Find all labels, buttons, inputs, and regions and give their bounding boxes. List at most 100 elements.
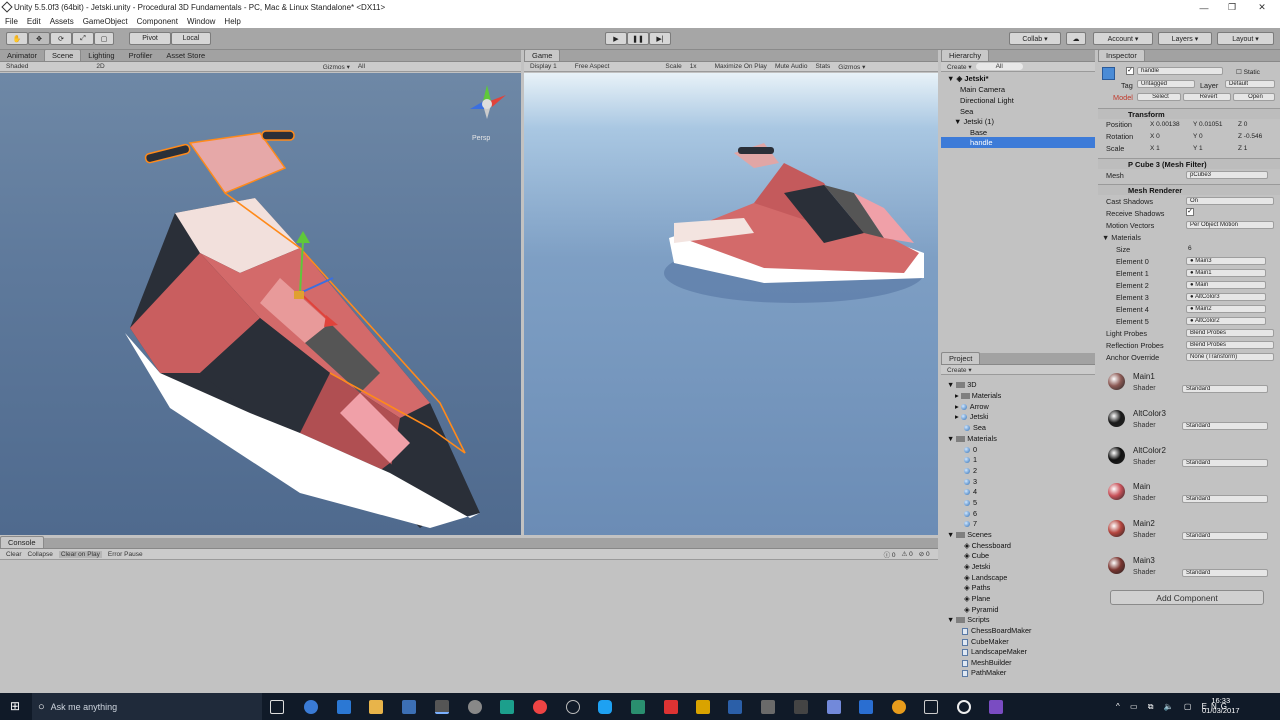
reflection-probes-dropdown[interactable]: Blend Probes bbox=[1186, 341, 1274, 349]
app-icon-3[interactable] bbox=[566, 700, 580, 714]
project-script-meshbuilder[interactable]: MeshBuilder bbox=[962, 658, 1012, 667]
scene-gizmos-dropdown[interactable]: Gizmos ▾ bbox=[323, 63, 350, 71]
rotate-tool-icon[interactable]: ⟳ bbox=[50, 32, 72, 45]
tab-profiler[interactable]: Profiler bbox=[122, 50, 160, 61]
browser-icon[interactable] bbox=[304, 700, 318, 714]
model-open-button[interactable]: Open bbox=[1233, 93, 1275, 101]
tab-scene[interactable]: Scene bbox=[44, 49, 82, 61]
move-tool-icon[interactable]: ✥ bbox=[28, 32, 50, 45]
skype-icon[interactable] bbox=[598, 700, 612, 714]
visual-studio-icon[interactable] bbox=[989, 700, 1003, 714]
materials-size-value[interactable]: 6 bbox=[1188, 245, 1192, 252]
material-shader-dropdown-main2[interactable]: Standard bbox=[1182, 532, 1268, 540]
element-2-field[interactable]: ● Main bbox=[1186, 281, 1266, 289]
shaded-dropdown[interactable]: Shaded bbox=[6, 63, 28, 70]
project-scene-cube[interactable]: ◈ Cube bbox=[964, 551, 989, 560]
position-z[interactable]: Z 0 bbox=[1238, 121, 1247, 128]
project-material-0[interactable]: 0 bbox=[964, 445, 977, 454]
console-clear-on-play-button[interactable]: Clear on Play bbox=[58, 550, 102, 558]
chrome-icon[interactable] bbox=[533, 700, 547, 714]
app-icon-7[interactable] bbox=[761, 700, 775, 714]
scale-x[interactable]: X 1 bbox=[1150, 145, 1160, 152]
app-icon-1[interactable] bbox=[468, 700, 482, 714]
project-material-1[interactable]: 1 bbox=[964, 455, 977, 464]
display-dropdown[interactable]: Display 1 bbox=[530, 63, 557, 70]
project-folder-scripts[interactable]: ▼ Scripts bbox=[947, 615, 990, 624]
project-scene-chessboard[interactable]: ◈ Chessboard bbox=[964, 541, 1011, 550]
motion-vectors-dropdown[interactable]: Per Object Motion bbox=[1186, 221, 1274, 229]
aspect-dropdown[interactable]: Free Aspect bbox=[575, 63, 610, 70]
hierarchy-scene-root[interactable]: ▼ ◈ Jetski* bbox=[947, 74, 989, 83]
menu-gameobject[interactable]: GameObject bbox=[83, 17, 128, 26]
material-shader-dropdown-main1[interactable]: Standard bbox=[1182, 385, 1268, 393]
pivot-button[interactable]: Pivot bbox=[129, 32, 171, 45]
scale-y[interactable]: Y 1 bbox=[1193, 145, 1203, 152]
minimize-icon[interactable]: — bbox=[1190, 0, 1218, 15]
calculator-icon[interactable] bbox=[924, 700, 938, 714]
menu-assets[interactable]: Assets bbox=[50, 17, 74, 26]
edge-icon[interactable] bbox=[337, 700, 351, 714]
tag-dropdown[interactable]: Untagged bbox=[1137, 80, 1195, 88]
tab-hierarchy[interactable]: Hierarchy bbox=[941, 49, 990, 61]
mesh-renderer-header[interactable]: Mesh Renderer bbox=[1098, 184, 1280, 195]
tab-asset-store[interactable]: Asset Store bbox=[159, 50, 212, 61]
file-explorer-icon[interactable] bbox=[369, 700, 383, 714]
element-1-field[interactable]: ● Main1 bbox=[1186, 269, 1266, 277]
maximize-on-play-toggle[interactable]: Maximize On Play bbox=[715, 63, 767, 70]
console-collapse-button[interactable]: Collapse bbox=[28, 551, 53, 558]
element-4-field[interactable]: ● Main2 bbox=[1186, 305, 1266, 313]
project-script-cubemaker[interactable]: CubeMaker bbox=[962, 637, 1009, 646]
game-gizmos-dropdown[interactable]: Gizmos ▾ bbox=[838, 63, 865, 71]
object-name-field[interactable]: handle bbox=[1137, 67, 1223, 75]
hierarchy-search-input[interactable]: All bbox=[975, 63, 1023, 70]
scale-tool-icon[interactable]: ⤢ bbox=[72, 32, 94, 45]
store-icon[interactable] bbox=[402, 700, 416, 714]
toggle-2d[interactable]: 2D bbox=[96, 63, 104, 70]
game-viewport[interactable] bbox=[524, 73, 938, 535]
app-icon-4[interactable] bbox=[631, 700, 645, 714]
hierarchy-item-base[interactable]: Base bbox=[970, 128, 987, 137]
cortana-search-box[interactable]: ○ Ask me anything bbox=[32, 693, 262, 720]
collab-button[interactable]: Collab ▾ bbox=[1009, 32, 1061, 45]
info-count-icon[interactable]: ⓘ 0 bbox=[884, 549, 896, 559]
project-script-pathmaker[interactable]: PathMaker bbox=[962, 668, 1006, 677]
app-icon-11[interactable] bbox=[957, 700, 971, 714]
position-x[interactable]: X 0.00138 bbox=[1150, 121, 1180, 128]
hierarchy-item-main-camera[interactable]: Main Camera bbox=[960, 85, 1005, 94]
play-button[interactable]: ▶ bbox=[605, 32, 627, 45]
material-shader-dropdown-main3[interactable]: Standard bbox=[1182, 569, 1268, 577]
console-error-pause-button[interactable]: Error Pause bbox=[108, 551, 143, 558]
scene-search-input[interactable]: All bbox=[358, 63, 365, 70]
close-icon[interactable]: ✕ bbox=[1248, 0, 1276, 15]
layout-button[interactable]: Layout ▾ bbox=[1217, 32, 1274, 45]
materials-foldout[interactable]: ▼ Materials bbox=[1102, 233, 1141, 242]
console-clear-button[interactable]: Clear bbox=[6, 551, 22, 558]
menu-edit[interactable]: Edit bbox=[27, 17, 41, 26]
rotation-z[interactable]: Z -0.546 bbox=[1238, 133, 1262, 140]
scene-orientation-gizmo[interactable] bbox=[462, 81, 512, 131]
hierarchy-item-sea[interactable]: Sea bbox=[960, 107, 973, 116]
error-count-icon[interactable]: ⊘ 0 bbox=[919, 550, 930, 558]
tab-inspector[interactable]: Inspector bbox=[1098, 49, 1145, 61]
layer-dropdown[interactable]: Default bbox=[1225, 80, 1275, 88]
task-view-icon[interactable] bbox=[270, 700, 284, 714]
project-folder-3d-materials[interactable]: ▸ Materials bbox=[955, 391, 1001, 400]
static-checkbox[interactable]: ☐ Static bbox=[1236, 68, 1260, 76]
material-shader-dropdown-main[interactable]: Standard bbox=[1182, 495, 1268, 503]
model-revert-button[interactable]: Revert bbox=[1183, 93, 1231, 101]
tab-animator[interactable]: Animator bbox=[0, 50, 44, 61]
scale-value[interactable]: 1x bbox=[690, 63, 697, 70]
tab-game[interactable]: Game bbox=[524, 49, 561, 61]
element-3-field[interactable]: ● AltColor3 bbox=[1186, 293, 1266, 301]
project-material-3[interactable]: 3 bbox=[964, 477, 977, 486]
mute-audio-toggle[interactable]: Mute Audio bbox=[775, 63, 808, 70]
app-icon-5[interactable] bbox=[664, 700, 678, 714]
light-probes-dropdown[interactable]: Blend Probes bbox=[1186, 329, 1274, 337]
discord-icon[interactable] bbox=[827, 700, 841, 714]
menu-window[interactable]: Window bbox=[187, 17, 215, 26]
active-checkbox[interactable]: ✓ bbox=[1126, 67, 1134, 75]
project-script-landscapemaker[interactable]: LandscapeMaker bbox=[962, 647, 1027, 656]
tab-project[interactable]: Project bbox=[941, 352, 981, 364]
project-scene-plane[interactable]: ◈ Plane bbox=[964, 594, 990, 603]
maximize-icon[interactable]: ❐ bbox=[1218, 0, 1246, 15]
